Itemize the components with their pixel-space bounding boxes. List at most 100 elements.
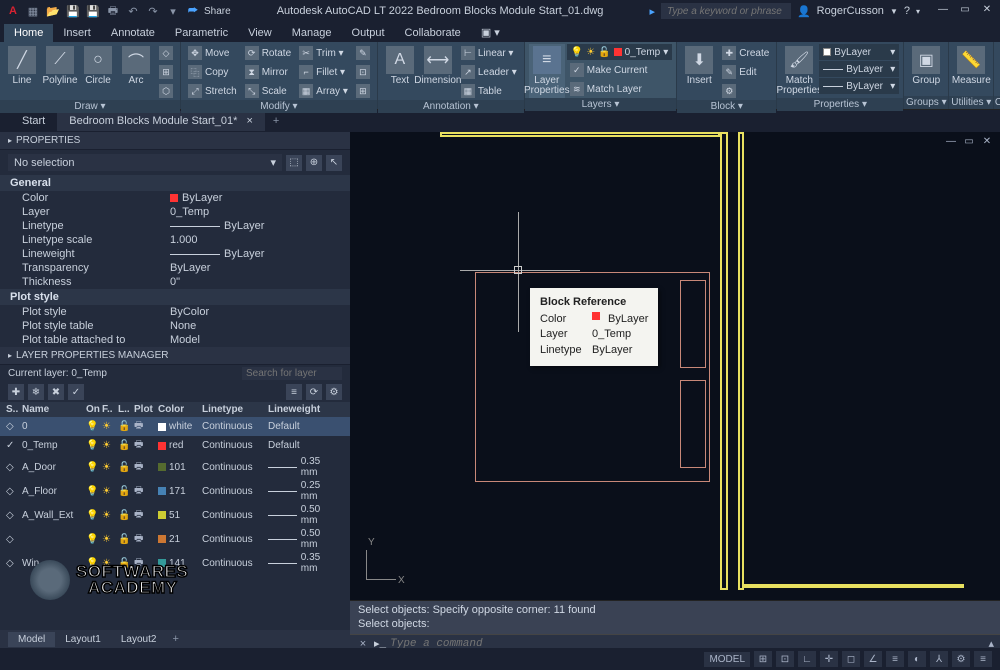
add-layout-button[interactable]: + [166,631,184,647]
tab-manage[interactable]: Manage [282,24,342,42]
qat-dropdown-icon[interactable]: ▾ [164,2,182,20]
trim-button[interactable]: ✂Trim ▾ [296,44,351,62]
modify-extra3[interactable]: ⊞ [353,82,373,100]
selection-dropdown[interactable]: No selection▾ [8,154,282,171]
panel-groups-title[interactable]: Groups ▾ [904,96,948,109]
tab-close-icon[interactable]: × [246,115,252,127]
annoscale-toggle[interactable]: ⅄ [930,651,948,667]
help-icon[interactable]: ? [904,5,910,17]
tab-home[interactable]: Home [4,24,53,42]
draw-extra3[interactable]: ⬡ [156,82,176,100]
ltype-dropdown[interactable]: ByLayer▾ [819,78,899,94]
new-layer-vpfrozen-button[interactable]: ❄ [28,384,44,400]
layout1-tab[interactable]: Layout1 [55,632,111,647]
layermgr-header[interactable]: ▸LAYER PROPERTIES MANAGER [0,347,350,365]
snap-toggle[interactable]: ⊡ [776,651,794,667]
share-icon[interactable]: ⮫ [184,2,202,20]
lweight-toggle[interactable]: ≡ [886,651,904,667]
plotstyle-section[interactable]: Plot style [0,289,350,305]
tab-insert[interactable]: Insert [53,24,101,42]
group-button[interactable]: ▣Group [908,44,944,88]
selectobjects-icon[interactable]: ↖ [326,155,342,171]
undo-icon[interactable]: ↶ [124,2,142,20]
text-button[interactable]: AText [382,44,418,88]
panel-properties-title[interactable]: Properties ▾ [777,98,903,111]
prop-plotstyle[interactable]: Plot styleByColor [0,305,350,319]
new-tab-button[interactable]: + [265,111,287,131]
prop-pstable[interactable]: Plot style tableNone [0,319,350,333]
color-dropdown[interactable]: ByLayer▾ [819,44,899,60]
collapse-icon[interactable]: ▸ [8,351,12,360]
close-button[interactable]: ✕ [978,4,996,18]
prop-layer[interactable]: Layer0_Temp [0,205,350,219]
pickadd-icon[interactable]: ⊕ [306,155,322,171]
grid-toggle[interactable]: ⊞ [754,651,772,667]
active-document-tab[interactable]: Bedroom Blocks Module Start_01* × [57,111,265,131]
leader-button[interactable]: ↗Leader ▾ [458,63,520,81]
layer-row[interactable]: ◇A_Door💡☀🔓🖶101Continuous 0.35 mm [0,455,350,479]
transparency-toggle[interactable]: ◐ [908,651,926,667]
share-label[interactable]: Share [204,6,231,17]
layout2-tab[interactable]: Layout2 [111,632,167,647]
fillet-button[interactable]: ⌐Fillet ▾ [296,63,351,81]
saveas-icon[interactable]: 💾 [84,2,102,20]
tab-annotate[interactable]: Annotate [101,24,165,42]
measure-button[interactable]: 📏Measure [953,44,989,88]
new-icon[interactable]: ▦ [24,2,42,20]
prop-transparency[interactable]: TransparencyByLayer [0,261,350,275]
move-button[interactable]: ✥Move [185,44,240,62]
panel-annotation-title[interactable]: Annotation ▾ [378,100,524,113]
tab-output[interactable]: Output [342,24,395,42]
collapse-icon[interactable]: ▸ [8,136,12,145]
copy-button[interactable]: ⿻Copy [185,63,240,81]
stretch-button[interactable]: ⤢Stretch [185,82,240,100]
refresh-button[interactable]: ⟳ [306,384,322,400]
panel-draw-title[interactable]: Draw ▾ [0,100,180,113]
block-extra[interactable]: ⚙ [719,82,772,100]
array-button[interactable]: ▦Array ▾ [296,82,351,100]
open-icon[interactable]: 📂 [44,2,62,20]
tab-parametric[interactable]: Parametric [165,24,238,42]
dimension-button[interactable]: ⟷Dimension [420,44,456,88]
model-tab[interactable]: Model [8,632,55,647]
layer-row[interactable]: ◇💡☀🔓🖶21Continuous 0.50 mm [0,527,350,551]
prop-lweight[interactable]: LineweightByLayer [0,247,350,261]
panel-modify-title[interactable]: Modify ▾ [181,100,377,113]
save-icon[interactable]: 💾 [64,2,82,20]
general-section[interactable]: General [0,175,350,191]
properties-header[interactable]: ▸PROPERTIES [0,132,350,150]
lweight-dropdown[interactable]: ByLayer▾ [819,61,899,77]
layer-row[interactable]: ◇A_Floor💡☀🔓🖶171Continuous 0.25 mm [0,479,350,503]
insert-button[interactable]: ⬇Insert [681,44,717,88]
linear-button[interactable]: ⊢Linear ▾ [458,44,520,62]
layer-properties-button[interactable]: ≡Layer Properties [529,44,565,98]
plot-icon[interactable]: 🖶 [104,2,122,20]
create-block-button[interactable]: ✚Create [719,44,772,62]
mirror-button[interactable]: ⧗Mirror [242,63,294,81]
drawing-canvas[interactable]: — ▭ ✕ Block Reference ColorByLayer Layer… [350,132,1000,670]
match-layer-button[interactable]: ≋Match Layer [567,80,672,98]
layer-states-button[interactable]: ≡ [286,384,302,400]
circle-button[interactable]: ○Circle [80,44,116,88]
match-properties-button[interactable]: 🖌Match Properties [781,44,817,98]
edit-block-button[interactable]: ✎Edit [719,63,772,81]
tab-collaborate[interactable]: Collaborate [395,24,471,42]
polar-toggle[interactable]: ✛ [820,651,838,667]
settings-button[interactable]: ⚙ [326,384,342,400]
tab-view[interactable]: View [238,24,282,42]
tab-featured[interactable]: ▣ ▾ [471,23,510,42]
line-button[interactable]: ╱Line [4,44,40,88]
workspace-button[interactable]: ⚙ [952,651,970,667]
panel-layers-title[interactable]: Layers ▾ [525,98,676,111]
prop-thickness[interactable]: Thickness0" [0,275,350,289]
prop-ltscale[interactable]: Linetype scale1.000 [0,233,350,247]
layer-row[interactable]: ✓0_Temp💡☀🔓🖶redContinuousDefault [0,436,350,455]
layer-row[interactable]: ◇A_Wall_Ext💡☀🔓🖶51Continuous 0.50 mm [0,503,350,527]
draw-extra1[interactable]: ◇ [156,44,176,62]
table-button[interactable]: ▦Table [458,82,520,100]
delete-layer-button[interactable]: ✖ [48,384,64,400]
polyline-button[interactable]: ⟋Polyline [42,44,78,88]
panel-block-title[interactable]: Block ▾ [677,100,776,113]
draw-extra2[interactable]: ⊞ [156,63,176,81]
layer-dropdown[interactable]: 💡 ☀ 🔓 0_Temp ▾ [567,44,672,60]
